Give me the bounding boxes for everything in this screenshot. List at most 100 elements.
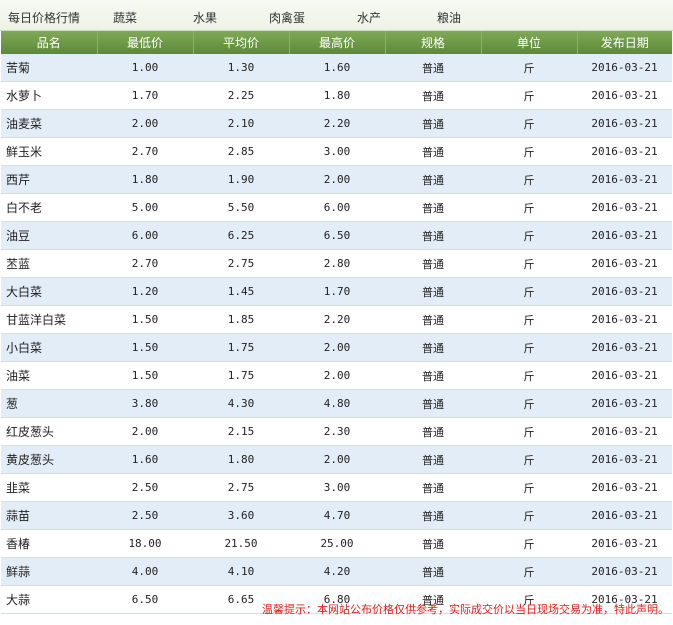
cell-unit: 斤 — [481, 557, 577, 586]
cell-min-price: 3.80 — [97, 389, 193, 418]
cell-max-price: 4.80 — [289, 389, 385, 418]
cell-min-price: 6.00 — [97, 221, 193, 250]
cell-min-price: 1.60 — [97, 445, 193, 474]
table-row: 西芹 1.80 1.90 2.00 普通斤 2016-03-21 — [1, 165, 672, 194]
cell-publish-date: 2016-03-21 — [577, 333, 672, 362]
cell-unit: 斤 — [481, 54, 577, 82]
cell-avg-price: 2.75 — [193, 249, 289, 278]
table-row: 甘蓝洋白菜 1.50 1.85 2.20 普通斤 2016-03-21 — [1, 305, 672, 334]
tab-bar-title: 每日价格行情 — [8, 11, 81, 25]
cell-publish-date: 2016-03-21 — [577, 109, 672, 138]
cell-publish-date: 2016-03-21 — [577, 249, 672, 278]
cell-min-price: 2.00 — [97, 417, 193, 446]
cell-spec: 普通 — [385, 529, 481, 558]
cell-unit: 斤 — [481, 165, 577, 194]
cell-publish-date: 2016-03-21 — [577, 473, 672, 502]
cell-avg-price: 1.80 — [193, 445, 289, 474]
cell-max-price: 2.80 — [289, 249, 385, 278]
table-row: 蒜苗 2.50 3.60 4.70 普通斤 2016-03-21 — [1, 501, 672, 530]
cell-product-name: 甘蓝洋白菜 — [1, 305, 97, 334]
cell-spec: 普通 — [385, 193, 481, 222]
table-row: 白不老 5.00 5.50 6.00 普通斤 2016-03-21 — [1, 193, 672, 222]
table-row: 油麦菜 2.00 2.10 2.20 普通斤 2016-03-21 — [1, 109, 672, 138]
cell-spec: 普通 — [385, 445, 481, 474]
cell-unit: 斤 — [481, 501, 577, 530]
cell-publish-date: 2016-03-21 — [577, 193, 672, 222]
cell-min-price: 1.50 — [97, 361, 193, 390]
cell-publish-date: 2016-03-21 — [577, 557, 672, 586]
cell-product-name: 大蒜 — [1, 585, 97, 614]
cell-spec: 普通 — [385, 501, 481, 530]
cell-avg-price: 1.75 — [193, 333, 289, 362]
tab-grain-oil[interactable]: 粮油 — [437, 9, 461, 26]
cell-spec: 普通 — [385, 277, 481, 306]
header-unit: 单位 — [481, 31, 578, 54]
cell-min-price: 1.70 — [97, 81, 193, 110]
cell-spec: 普通 — [385, 137, 481, 166]
table-row: 油菜 1.50 1.75 2.00 普通斤 2016-03-21 — [1, 361, 672, 390]
cell-unit: 斤 — [481, 193, 577, 222]
cell-product-name: 鲜玉米 — [1, 137, 97, 166]
cell-avg-price: 1.75 — [193, 361, 289, 390]
cell-max-price: 6.50 — [289, 221, 385, 250]
cell-unit: 斤 — [481, 137, 577, 166]
cell-min-price: 2.50 — [97, 501, 193, 530]
header-product-name: 品名 — [1, 31, 98, 54]
cell-spec: 普通 — [385, 305, 481, 334]
cell-avg-price: 21.50 — [193, 529, 289, 558]
cell-product-name: 油豆 — [1, 221, 97, 250]
cell-product-name: 小白菜 — [1, 333, 97, 362]
cell-product-name: 鲜蒜 — [1, 557, 97, 586]
tab-vegetables[interactable]: 蔬菜 — [113, 9, 137, 26]
table-row: 黄皮葱头 1.60 1.80 2.00 普通斤 2016-03-21 — [1, 445, 672, 474]
cell-spec: 普通 — [385, 54, 481, 82]
cell-product-name: 油麦菜 — [1, 109, 97, 138]
cell-max-price: 2.00 — [289, 445, 385, 474]
cell-product-name: 葱 — [1, 389, 97, 418]
cell-publish-date: 2016-03-21 — [577, 137, 672, 166]
cell-unit: 斤 — [481, 277, 577, 306]
cell-spec: 普通 — [385, 389, 481, 418]
table-row: 鲜玉米 2.70 2.85 3.00 普通斤 2016-03-21 — [1, 137, 672, 166]
tab-fruits[interactable]: 水果 — [193, 9, 217, 26]
cell-max-price: 1.70 — [289, 277, 385, 306]
cell-min-price: 2.00 — [97, 109, 193, 138]
cell-publish-date: 2016-03-21 — [577, 361, 672, 390]
category-tab-bar: 每日价格行情 蔬菜 水果 肉禽蛋 水产 粮油 — [0, 0, 673, 31]
cell-publish-date: 2016-03-21 — [577, 445, 672, 474]
cell-max-price: 2.00 — [289, 165, 385, 194]
price-table: 品名 最低价 平均价 最高价 规格 单位 发布日期 苦菊 1.00 1.30 1.60… — [1, 31, 672, 614]
cell-product-name: 蒜苗 — [1, 501, 97, 530]
cell-min-price: 1.80 — [97, 165, 193, 194]
table-row: 小白菜 1.50 1.75 2.00 普通斤 2016-03-21 — [1, 333, 672, 362]
cell-avg-price: 3.60 — [193, 501, 289, 530]
table-row: 红皮葱头 2.00 2.15 2.30 普通斤 2016-03-21 — [1, 417, 672, 446]
cell-unit: 斤 — [481, 417, 577, 446]
table-row: 油豆 6.00 6.25 6.50 普通斤 2016-03-21 — [1, 221, 672, 250]
cell-spec: 普通 — [385, 165, 481, 194]
tab-seafood[interactable]: 水产 — [357, 9, 381, 26]
cell-publish-date: 2016-03-21 — [577, 165, 672, 194]
cell-min-price: 1.50 — [97, 305, 193, 334]
cell-avg-price: 1.45 — [193, 277, 289, 306]
cell-product-name: 苤蓝 — [1, 249, 97, 278]
cell-max-price: 6.00 — [289, 193, 385, 222]
cell-max-price: 3.00 — [289, 137, 385, 166]
cell-max-price: 2.00 — [289, 361, 385, 390]
cell-max-price: 25.00 — [289, 529, 385, 558]
cell-spec: 普通 — [385, 81, 481, 110]
cell-max-price: 4.20 — [289, 557, 385, 586]
cell-publish-date: 2016-03-21 — [577, 54, 672, 82]
header-max-price: 最高价 — [289, 31, 386, 54]
cell-min-price: 1.00 — [97, 54, 193, 82]
table-row: 水萝卜 1.70 2.25 1.80 普通斤 2016-03-21 — [1, 81, 672, 110]
cell-publish-date: 2016-03-21 — [577, 305, 672, 334]
cell-max-price: 2.30 — [289, 417, 385, 446]
cell-max-price: 2.20 — [289, 109, 385, 138]
cell-avg-price: 1.90 — [193, 165, 289, 194]
cell-avg-price: 2.85 — [193, 137, 289, 166]
tab-meat-poultry-eggs[interactable]: 肉禽蛋 — [269, 9, 305, 26]
cell-avg-price: 4.30 — [193, 389, 289, 418]
cell-unit: 斤 — [481, 529, 577, 558]
cell-avg-price: 2.75 — [193, 473, 289, 502]
